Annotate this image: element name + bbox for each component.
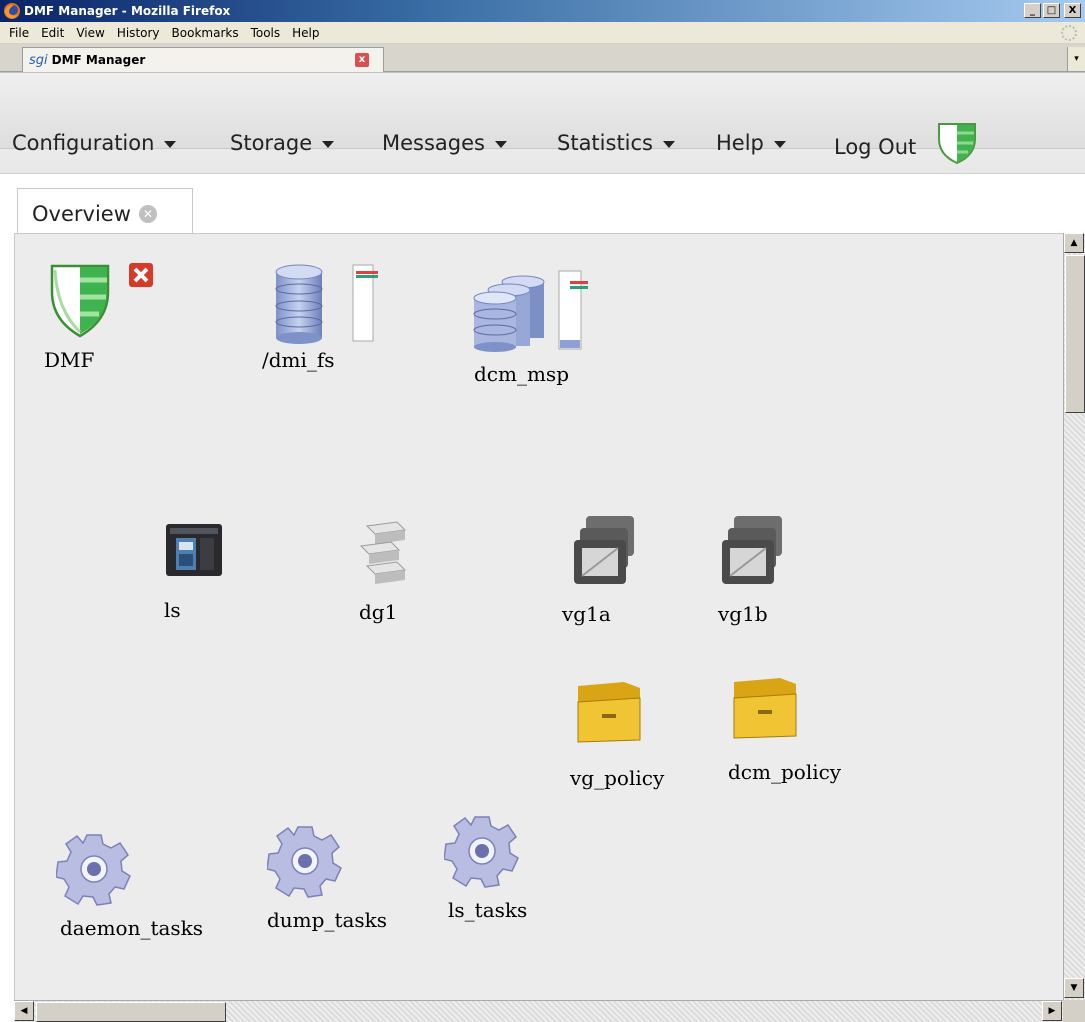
- content-tabbar: Overview ✕: [0, 173, 1085, 238]
- node-dmf[interactable]: DMF: [40, 262, 120, 372]
- tape-library-icon: [166, 524, 222, 576]
- window-title: DMF Manager - Mozilla Firefox: [24, 4, 231, 18]
- gear-icon: [444, 816, 519, 888]
- menu-messages[interactable]: Messages: [382, 131, 507, 155]
- browser-tabstrip: sgi DMF Manager x ▾: [0, 44, 1085, 72]
- logout-link[interactable]: Log Out: [834, 135, 916, 159]
- window-titlebar: DMF Manager - Mozilla Firefox _ □ X: [0, 0, 1085, 22]
- sgi-logo: sgi: [29, 52, 48, 68]
- browser-menubar: File Edit View History Bookmarks Tools H…: [0, 22, 1085, 44]
- node-ls-tasks-label: ls_tasks: [448, 898, 528, 922]
- folder-icon: [733, 678, 797, 739]
- scroll-down-button[interactable]: ▼: [1064, 978, 1084, 998]
- shield-icon: [50, 264, 110, 338]
- volume-group-icon: [722, 516, 782, 584]
- logout-label: Log Out: [834, 135, 917, 159]
- menu-storage-label: Storage: [230, 131, 313, 155]
- firefox-icon: [4, 3, 20, 19]
- menu-storage[interactable]: Storage: [230, 131, 335, 155]
- chevron-down-icon: [322, 140, 335, 148]
- menu-help[interactable]: Help: [292, 26, 319, 40]
- node-vg1a-label: vg1a: [562, 602, 611, 626]
- node-dcm-policy-label: dcm_policy: [728, 760, 842, 784]
- usage-gauge: [558, 270, 588, 350]
- vertical-scroll-thumb[interactable]: [1065, 255, 1085, 413]
- app-menu: Configuration Storage Messages Statistic…: [0, 73, 1085, 165]
- shield-icon: [938, 123, 976, 165]
- chevron-down-icon: [663, 140, 675, 148]
- app-header: Configuration Storage Messages Statistic…: [0, 72, 1085, 174]
- scroll-left-button[interactable]: ◀: [14, 1001, 34, 1021]
- chevron-down-icon: [773, 140, 786, 148]
- close-icon[interactable]: ✕: [138, 204, 157, 223]
- maximize-button[interactable]: □: [1043, 3, 1060, 18]
- gear-icon: [267, 826, 342, 898]
- node-ls-label: ls: [164, 598, 181, 622]
- menu-help-app[interactable]: Help: [716, 131, 786, 155]
- drive-group-icon: [359, 521, 407, 584]
- menu-help-label: Help: [716, 131, 764, 155]
- menu-configuration-label: Configuration: [12, 131, 155, 155]
- menu-bookmarks[interactable]: Bookmarks: [172, 26, 239, 40]
- menu-file[interactable]: File: [9, 26, 29, 40]
- error-icon: [129, 263, 153, 287]
- menu-history[interactable]: History: [117, 26, 160, 40]
- node-dump-tasks-label: dump_tasks: [267, 908, 388, 932]
- chevron-down-icon: [164, 140, 177, 148]
- node-vg-policy-label: vg_policy: [570, 766, 665, 790]
- chevron-down-icon: [494, 140, 507, 148]
- node-dg1-label: dg1: [359, 600, 398, 624]
- browser-tab-label: DMF Manager: [51, 53, 146, 67]
- tab-overview-label: Overview: [32, 201, 131, 226]
- folder-icon: [577, 682, 641, 743]
- scroll-corner: [1063, 1000, 1085, 1022]
- node-dcm-msp-label: dcm_msp: [474, 362, 569, 386]
- horizontal-scroll-thumb[interactable]: [36, 1002, 226, 1022]
- node-daemon-tasks-label: daemon_tasks: [60, 916, 204, 940]
- scroll-right-button[interactable]: ▶: [1042, 1001, 1062, 1021]
- tab-overview[interactable]: Overview ✕: [17, 188, 193, 238]
- database-cluster-icon: [473, 275, 545, 352]
- tab-close-icon[interactable]: x: [355, 53, 369, 67]
- throbber-icon: [1061, 25, 1077, 41]
- browser-tab[interactable]: sgi DMF Manager x: [22, 47, 384, 72]
- menu-statistics-label: Statistics: [557, 131, 653, 155]
- vertical-scrollbar[interactable]: ▲ ▼: [1063, 233, 1085, 1000]
- volume-group-icon: [574, 516, 634, 584]
- menu-messages-label: Messages: [382, 131, 485, 155]
- gear-icon: [56, 834, 131, 906]
- usage-gauge: [352, 264, 378, 342]
- close-window-button[interactable]: X: [1064, 3, 1081, 18]
- database-icon: [275, 264, 323, 344]
- menu-tools[interactable]: Tools: [251, 26, 281, 40]
- scroll-up-button[interactable]: ▲: [1064, 233, 1084, 253]
- minimize-button[interactable]: _: [1024, 3, 1041, 18]
- menu-edit[interactable]: Edit: [41, 26, 64, 40]
- horizontal-scrollbar[interactable]: ◀ ▶: [14, 1000, 1085, 1022]
- menu-configuration[interactable]: Configuration: [12, 131, 177, 155]
- node-vg1b-label: vg1b: [718, 602, 768, 626]
- node-dmf-label: DMF: [44, 348, 95, 372]
- tab-list-button[interactable]: ▾: [1067, 47, 1085, 71]
- node-dmi-fs-label: /dmi_fs: [262, 348, 335, 372]
- menu-statistics[interactable]: Statistics: [557, 131, 675, 155]
- menu-view[interactable]: View: [76, 26, 104, 40]
